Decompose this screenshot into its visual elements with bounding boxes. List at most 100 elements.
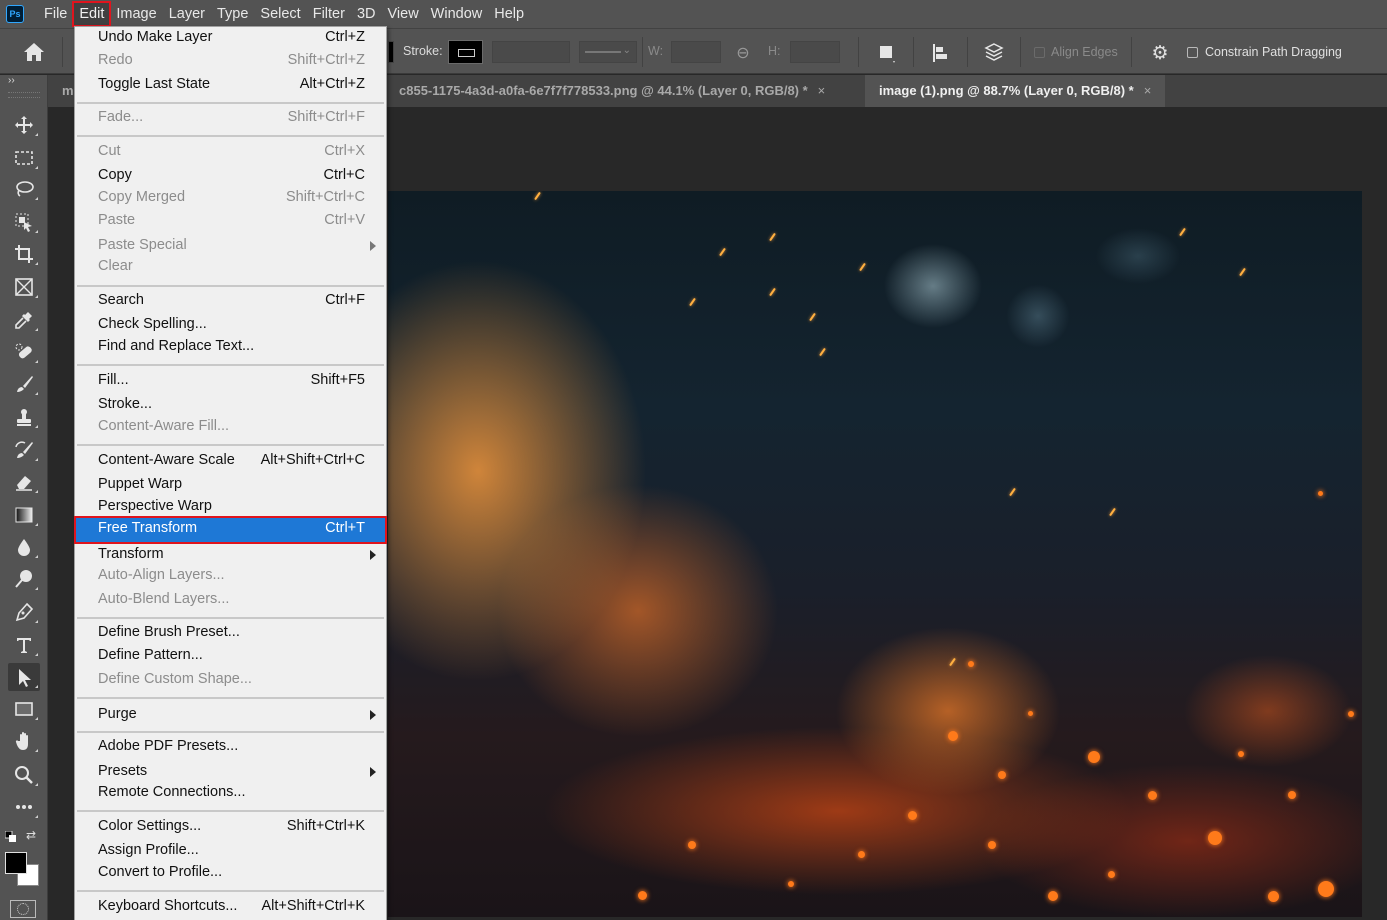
menu-item-clear[interactable]: Clear [76,256,385,278]
menu-item-fill[interactable]: Fill... Shift+F5 [76,370,385,392]
healing-brush-tool[interactable] [8,338,40,366]
path-operations-button[interactable] [875,41,899,65]
rectangle-tool[interactable] [8,695,40,723]
document-image[interactable] [388,191,1362,917]
path-alignment-button[interactable] [929,41,953,65]
menu-item-perspective-warp[interactable]: Perspective Warp [76,496,385,518]
menu-item-copy-merged[interactable]: Copy Merged Shift+Ctrl+C [76,187,385,209]
menu-item-auto-align-layers[interactable]: Auto-Align Layers... [76,565,385,587]
zoom-tool[interactable] [8,761,40,789]
lasso-tool[interactable] [8,175,40,203]
menu-window[interactable]: Window [425,2,489,26]
menu-item-define-brush-preset[interactable]: Define Brush Preset... [76,622,385,644]
separator [1020,37,1021,67]
menu-item-presets[interactable]: Presets [76,761,385,783]
crop-icon [15,245,33,263]
menu-item-fade[interactable]: Fade... Shift+Ctrl+F [76,107,385,129]
rectangular-marquee-tool[interactable] [8,144,40,172]
menu-item-color-settings[interactable]: Color Settings... Shift+Ctrl+K [76,816,385,838]
menu-item-find-and-replace-text[interactable]: Find and Replace Text... [76,336,385,358]
eyedropper-tool[interactable] [8,306,40,334]
eraser-tool[interactable] [8,468,40,496]
menu-item-content-aware-scale[interactable]: Content-Aware Scale Alt+Shift+Ctrl+C [76,450,385,472]
path-arrangement-button[interactable] [982,41,1006,65]
menu-type[interactable]: Type [211,2,254,26]
menu-item-search[interactable]: Search Ctrl+F [76,290,385,312]
gradient-tool[interactable] [8,501,40,529]
constrain-path-dragging-checkbox[interactable] [1187,47,1198,58]
brush-tool[interactable] [8,370,40,398]
menu-item-puppet-warp[interactable]: Puppet Warp [76,474,385,496]
menu-layer[interactable]: Layer [163,2,211,26]
menu-help[interactable]: Help [488,2,530,26]
link-icon[interactable]: ⊖ [731,41,755,65]
menu-item-remote-connections[interactable]: Remote Connections... [76,782,385,804]
menu-image[interactable]: Image [110,2,162,26]
menu-item-paste-special[interactable]: Paste Special [76,235,385,257]
close-icon[interactable]: × [1144,83,1152,98]
foreground-color-swatch[interactable] [5,852,27,874]
frame-tool[interactable] [8,273,40,301]
blur-tool[interactable] [8,533,40,561]
width-field[interactable] [671,41,721,63]
menu-item-paste[interactable]: Paste Ctrl+V [76,210,385,232]
hand-tool[interactable] [8,727,40,755]
menu-select[interactable]: Select [254,2,306,26]
photoshop-logo-icon: Ps [6,5,24,23]
menu-item-keyboard-shortcuts[interactable]: Keyboard Shortcuts... Alt+Shift+Ctrl+K [76,896,385,918]
menu-item-purge[interactable]: Purge [76,704,385,726]
menu-edit[interactable]: Edit [72,1,112,27]
align-edges-checkbox[interactable] [1034,47,1045,58]
menu-item-free-transform[interactable]: Free Transform Ctrl+T [74,516,387,544]
clone-stamp-tool[interactable] [8,403,40,431]
crop-tool[interactable] [8,240,40,268]
document-tab-active[interactable]: image (1).png @ 88.7% (Layer 0, RGB/8) *… [865,75,1166,107]
swap-colors-icon[interactable]: ⇄ [26,828,36,842]
height-field[interactable] [790,41,840,63]
menu-item-check-spelling[interactable]: Check Spelling... [76,314,385,336]
menu-item-shortcut: Ctrl+C [323,167,366,183]
default-colors-icon[interactable] [4,830,17,842]
menu-item-assign-profile[interactable]: Assign Profile... [76,840,385,862]
tool-group-indicator [35,328,38,331]
object-selection-tool[interactable] [8,208,40,236]
menu-view[interactable]: View [382,2,425,26]
panel-grip[interactable] [8,92,40,98]
menu-filter[interactable]: Filter [307,2,351,26]
close-icon[interactable]: × [818,83,826,98]
menu-item-adobe-pdf-presets[interactable]: Adobe PDF Presets... [76,736,385,758]
menu-item-transform[interactable]: Transform [76,544,385,566]
document-tab[interactable]: c855-1175-4a3d-a0fa-6e7f7f778533.png @ 4… [385,75,840,107]
edit-toolbar[interactable] [8,793,40,821]
menu-3d[interactable]: 3D [351,2,382,26]
type-tool[interactable] [8,631,40,659]
menu-item-redo[interactable]: Redo Shift+Ctrl+Z [76,50,385,72]
menu-item-define-pattern[interactable]: Define Pattern... [76,645,385,667]
stroke-width-field[interactable] [492,41,570,63]
menu-item-convert-to-profile[interactable]: Convert to Profile... [76,862,385,884]
menu-item-cut[interactable]: Cut Ctrl+X [76,141,385,163]
move-tool[interactable] [8,111,40,139]
submenu-arrow-icon [370,710,376,720]
menu-item-define-custom-shape[interactable]: Define Custom Shape... [76,669,385,691]
dodge-tool[interactable] [8,565,40,593]
collapse-panel-icon[interactable]: ›› [8,75,15,86]
menu-item-auto-blend-layers[interactable]: Auto-Blend Layers... [76,589,385,611]
separator [913,37,914,67]
path-selection-tool[interactable] [8,663,40,691]
fill-swatch[interactable] [388,41,394,63]
healing-brush-icon [15,343,32,359]
menu-item-stroke[interactable]: Stroke... [76,394,385,416]
history-brush-tool[interactable] [8,436,40,464]
quick-mask-mode-button[interactable] [10,900,36,918]
menu-file[interactable]: File [38,2,73,26]
menu-item-undo-make-layer[interactable]: Undo Make Layer Ctrl+Z [76,27,385,49]
home-button[interactable] [22,41,46,63]
settings-gear-icon[interactable]: ⚙ [1148,41,1172,65]
menu-item-toggle-last-state[interactable]: Toggle Last State Alt+Ctrl+Z [76,74,385,96]
menu-item-content-aware-fill[interactable]: Content-Aware Fill... [76,416,385,438]
menu-item-copy[interactable]: Copy Ctrl+C [76,165,385,187]
stroke-type-dropdown[interactable]: ⌄ [579,41,637,63]
pen-tool[interactable] [8,598,40,626]
stroke-color-swatch[interactable] [448,40,483,64]
